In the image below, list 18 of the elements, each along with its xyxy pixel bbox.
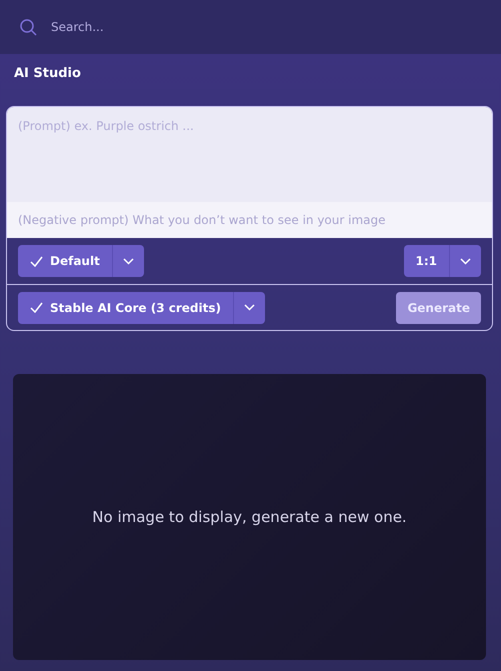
search-icon <box>20 18 37 36</box>
check-icon <box>30 256 43 266</box>
prompt-field[interactable]: (Prompt) ex. Purple ostrich ... <box>7 107 492 202</box>
check-icon <box>30 302 43 313</box>
ratio-dropdown-button[interactable] <box>449 245 481 277</box>
chevron-down-icon <box>122 258 134 264</box>
chevron-down-icon <box>244 304 255 311</box>
page-title: AI Studio <box>13 65 82 83</box>
chevron-down-icon <box>460 258 471 264</box>
empty-message: No image to display, generate a new one. <box>92 508 407 526</box>
search-field[interactable]: Search... <box>49 19 481 35</box>
search-bar[interactable]: Search... <box>0 0 501 54</box>
ratio-select-button[interactable]: 1:1 <box>404 245 449 277</box>
style-select-button[interactable]: Default <box>18 245 112 277</box>
negative-prompt-field[interactable]: (Negative prompt) What you don’t want to see in your image <box>7 202 492 238</box>
style-dropdown-button[interactable] <box>112 245 144 277</box>
model-dropdown-button[interactable] <box>232 292 265 324</box>
model-select-button[interactable]: Stable AI Core (3 credits) <box>18 292 233 324</box>
